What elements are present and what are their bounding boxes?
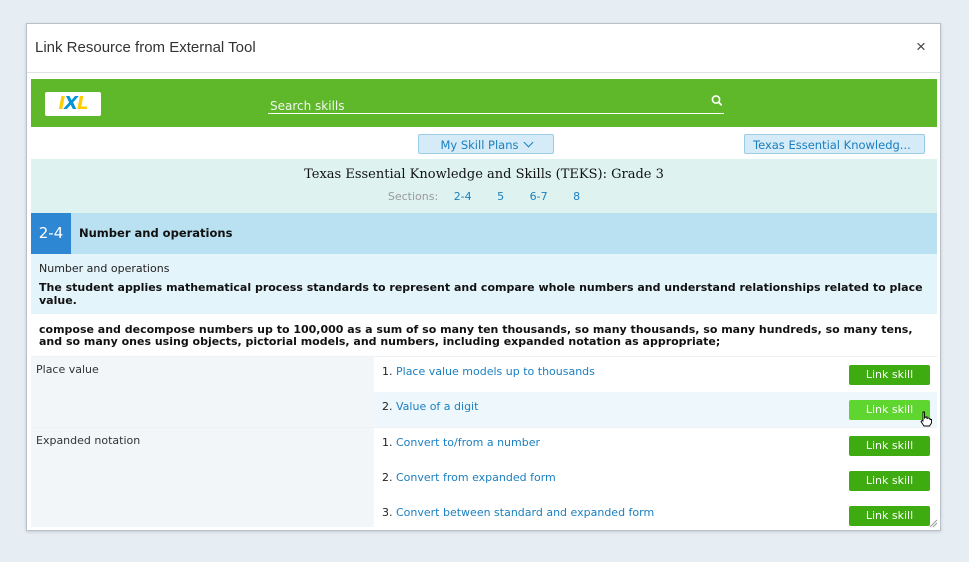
link-resource-modal: Link Resource from External Tool × IXL M… (26, 23, 941, 531)
skill-link[interactable]: Convert between standard and expanded fo… (396, 506, 654, 519)
filter-row: My Skill Plans Texas Essential Knowledg.… (31, 127, 937, 168)
skill-number: 2. (382, 400, 393, 413)
link-skill-button[interactable]: Link skill (849, 400, 930, 420)
skill-link[interactable]: Convert to/from a number (396, 436, 540, 449)
standard-dropdown[interactable]: Texas Essential Knowledg... (744, 134, 925, 168)
standard-header: Texas Essential Knowledge and Skills (TE… (31, 159, 937, 213)
skill-row: 3. Convert between standard and expanded… (374, 498, 937, 527)
section-number: 2-4 (31, 213, 71, 254)
group-skills: 1. Convert to/from a number Link skill 2… (374, 428, 937, 527)
section-link[interactable]: 6-7 (530, 190, 548, 203)
skill-link[interactable]: Convert from expanded form (396, 471, 556, 484)
link-skill-button[interactable]: Link skill (849, 365, 930, 385)
group-skills: 1. Place value models up to thousands Li… (374, 357, 937, 427)
group-label: Place value (31, 357, 374, 427)
standard-title: Texas Essential Knowledge and Skills (TE… (304, 167, 664, 182)
skill-number: 1. (382, 365, 393, 378)
modal-header: Link Resource from External Tool × (27, 24, 940, 73)
external-tool-frame: IXL My Skill Plans Texas Essential Knowl… (31, 79, 937, 527)
skill-plans-label: My Skill Plans (440, 138, 519, 152)
skill-row: 2. Convert from expanded form Link skill (374, 463, 937, 498)
search-icon[interactable] (710, 94, 724, 108)
ixl-logo[interactable]: IXL (45, 92, 101, 116)
skill-group: Place value 1. Place value models up to … (31, 356, 937, 427)
skill-number: 2. (382, 471, 393, 484)
link-skill-button[interactable]: Link skill (849, 436, 930, 456)
knowledge-statement: compose and decompose numbers up to 100,… (39, 323, 913, 348)
skill-group: Expanded notation 1. Convert to/from a n… (31, 427, 937, 527)
skill-plans-dropdown[interactable]: My Skill Plans (418, 134, 554, 154)
skill-link[interactable]: Value of a digit (396, 400, 478, 413)
close-button[interactable]: × (912, 38, 930, 56)
link-skill-button[interactable]: Link skill (849, 471, 930, 491)
section-bar: 2-4 Number and operations (31, 213, 937, 254)
standard-dropdown-label: Texas Essential Knowledg... (753, 138, 911, 152)
skill-row: 1. Convert to/from a number Link skill (374, 428, 937, 463)
description-heading: Number and operations (39, 262, 170, 275)
modal-title: Link Resource from External Tool (35, 39, 256, 56)
section-link[interactable]: 8 (573, 190, 580, 203)
skill-row: 1. Place value models up to thousands Li… (374, 357, 937, 392)
description-statement: The student applies mathematical process… (39, 281, 923, 307)
hand-cursor-icon (920, 411, 932, 427)
skill-number: 1. (382, 436, 393, 449)
search-input[interactable] (268, 97, 692, 115)
group-label: Expanded notation (31, 428, 374, 527)
sections-nav: Sections: 2-4 5 6-7 8 (31, 190, 937, 203)
section-link[interactable]: 5 (497, 190, 504, 203)
resize-handle-icon[interactable] (928, 518, 938, 528)
skill-row: 2. Value of a digit Link skill (374, 392, 937, 427)
sections-label: Sections: (387, 190, 439, 203)
link-skill-button[interactable]: Link skill (849, 506, 930, 526)
logo-letter-l: L (77, 93, 89, 114)
skill-link[interactable]: Place value models up to thousands (396, 365, 595, 378)
logo-letter-x: X (64, 93, 78, 114)
section-link[interactable]: 2-4 (454, 190, 472, 203)
chevron-down-icon (523, 137, 533, 148)
search-box (268, 94, 724, 115)
ixl-top-bar: IXL (31, 79, 937, 127)
section-name: Number and operations (79, 226, 233, 240)
skill-number: 3. (382, 506, 393, 519)
standard-description: Number and operations The student applie… (31, 254, 937, 314)
